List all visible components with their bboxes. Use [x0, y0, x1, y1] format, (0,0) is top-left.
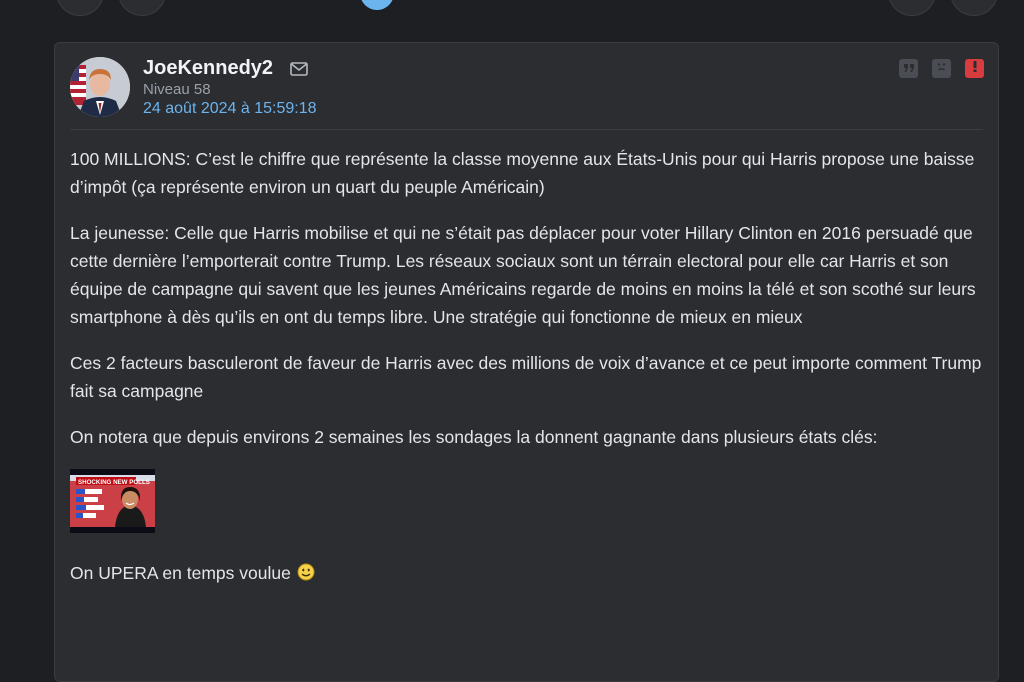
first-page-button[interactable] [56, 0, 104, 16]
sad-reaction-button[interactable] [932, 59, 951, 78]
post-paragraph: Ces 2 facteurs basculeront de faveur de … [70, 353, 982, 401]
author-block: JoeKennedy2 Niveau 58 24 août 2024 à 15:… [143, 57, 317, 118]
next-page-button[interactable] [888, 0, 936, 16]
thumbnail-caption: SHOCKING NEW POLLS [78, 479, 150, 486]
forum-post: JoeKennedy2 Niveau 58 24 août 2024 à 15:… [54, 42, 999, 682]
previous-page-button[interactable] [118, 0, 166, 16]
sad-face-icon [935, 60, 948, 78]
post-paragraph: 100 MILLIONS: C’est le chiffre que repré… [70, 149, 975, 197]
avatar[interactable] [70, 57, 130, 117]
user-level: Niveau 58 [143, 81, 211, 98]
pagination-bar [0, 0, 1024, 30]
closing-text: On UPERA en temps voulue [70, 563, 291, 583]
alert-icon [972, 60, 978, 78]
report-button[interactable] [965, 59, 984, 78]
post-body: 100 MILLIONS: C’est le chiffre que repré… [70, 145, 985, 605]
quote-button[interactable] [899, 59, 918, 78]
smiley-icon [297, 561, 315, 581]
username[interactable]: JoeKennedy2 [143, 57, 273, 80]
poll-image-thumbnail[interactable]: SHOCKING NEW POLLS [70, 469, 155, 533]
header-divider [70, 129, 983, 130]
mail-icon[interactable] [289, 61, 308, 76]
post-actions [899, 59, 984, 78]
last-page-button[interactable] [950, 0, 998, 16]
quote-icon [903, 60, 915, 78]
post-date[interactable]: 24 août 2024 à 15:59:18 [143, 100, 317, 118]
avatar-image [70, 57, 130, 117]
post-paragraph: On notera que depuis environs 2 semaines… [70, 427, 878, 447]
closing-line: On UPERA en temps voulue [70, 559, 985, 587]
current-page-indicator[interactable] [360, 0, 394, 10]
post-paragraph: La jeunesse: Celle que Harris mobilise e… [70, 223, 976, 327]
